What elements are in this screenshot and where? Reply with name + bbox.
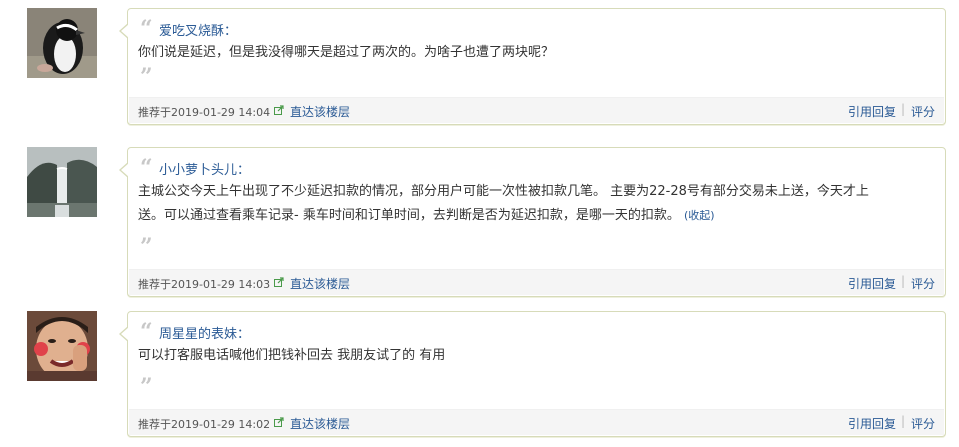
reply-line: 送。可以通过查看乘车记录- 乘车时间和订单时间，去判断是否为延迟扣款，是哪一天的… <box>138 204 931 228</box>
jump-to-floor-link[interactable]: 直达该楼层 <box>290 275 350 292</box>
avatar[interactable] <box>27 8 97 78</box>
quote-reply-link[interactable]: 引用回复 <box>848 275 896 292</box>
open-quote-icon: “ <box>140 319 153 345</box>
reply-content: 可以打客服电话喊他们把钱补回去 我朋友试了的 有用 <box>138 344 931 368</box>
divider: | <box>900 102 905 116</box>
reply-line: 可以打客服电话喊他们把钱补回去 我朋友试了的 有用 <box>138 348 446 363</box>
author-name[interactable]: 爱吃叉烧酥： <box>159 20 237 39</box>
open-quote-icon: “ <box>140 155 153 181</box>
close-quote-icon: ” <box>140 234 153 260</box>
jump-to-floor-link[interactable]: 直达该楼层 <box>290 103 350 120</box>
external-link-icon <box>274 105 284 115</box>
jump-to-floor-link[interactable]: 直达该楼层 <box>290 415 350 432</box>
external-link-icon <box>274 417 284 427</box>
reply-line: 你们说是延迟，但是我没得哪天是超过了两次的。为啥子也遭了两块呢？ <box>138 45 555 60</box>
collapse-link[interactable]: (收起) <box>684 209 715 222</box>
penguin-avatar-icon <box>27 8 97 78</box>
reply-line: 主城公交今天上午出现了不少延迟扣款的情况，部分用户可能一次性被扣款几笔。 主要为… <box>138 184 869 199</box>
reply-card: “ 周星星的表妹： 可以打客服电话喊他们把钱补回去 我朋友试了的 有用 ” 推荐… <box>119 311 946 437</box>
reply-card: “ 爱吃叉烧酥： 你们说是延迟，但是我没得哪天是超过了两次的。为啥子也遭了两块呢… <box>119 8 946 125</box>
external-link-icon <box>274 277 284 287</box>
rate-link[interactable]: 评分 <box>911 415 935 432</box>
reply-footer: 推荐于2019-01-29 14:04 直达该楼层 引用回复 | 评分 <box>129 97 944 123</box>
avatar[interactable] <box>27 311 97 381</box>
rate-link[interactable]: 评分 <box>911 275 935 292</box>
reply-line-text: 送。可以通过查看乘车记录- 乘车时间和订单时间，去判断是否为延迟扣款，是哪一天的… <box>138 208 680 223</box>
funny-face-avatar-icon <box>27 311 97 381</box>
divider: | <box>900 274 905 288</box>
reply-footer: 推荐于2019-01-29 14:03 直达该楼层 引用回复 | 评分 <box>129 269 944 295</box>
author-name[interactable]: 小小萝卜头儿： <box>159 159 250 178</box>
close-quote-icon: ” <box>140 64 153 90</box>
timestamp: 推荐于2019-01-29 14:03 <box>138 278 271 291</box>
close-quote-icon: ” <box>140 374 153 400</box>
rate-link[interactable]: 评分 <box>911 103 935 120</box>
reply-card: “ 小小萝卜头儿： 主城公交今天上午出现了不少延迟扣款的情况，部分用户可能一次性… <box>119 147 946 297</box>
divider: | <box>900 414 905 428</box>
quote-reply-link[interactable]: 引用回复 <box>848 103 896 120</box>
reply-footer: 推荐于2019-01-29 14:02 直达该楼层 引用回复 | 评分 <box>129 409 944 435</box>
waterfall-avatar-icon <box>27 147 97 217</box>
reply-content: 你们说是延迟，但是我没得哪天是超过了两次的。为啥子也遭了两块呢？ <box>138 41 931 65</box>
timestamp: 推荐于2019-01-29 14:04 <box>138 106 271 119</box>
quote-reply-link[interactable]: 引用回复 <box>848 415 896 432</box>
avatar[interactable] <box>27 147 97 217</box>
timestamp: 推荐于2019-01-29 14:02 <box>138 418 271 431</box>
open-quote-icon: “ <box>140 16 153 42</box>
reply-content: 主城公交今天上午出现了不少延迟扣款的情况，部分用户可能一次性被扣款几笔。 主要为… <box>138 180 931 228</box>
author-name[interactable]: 周星星的表妹： <box>159 323 250 342</box>
